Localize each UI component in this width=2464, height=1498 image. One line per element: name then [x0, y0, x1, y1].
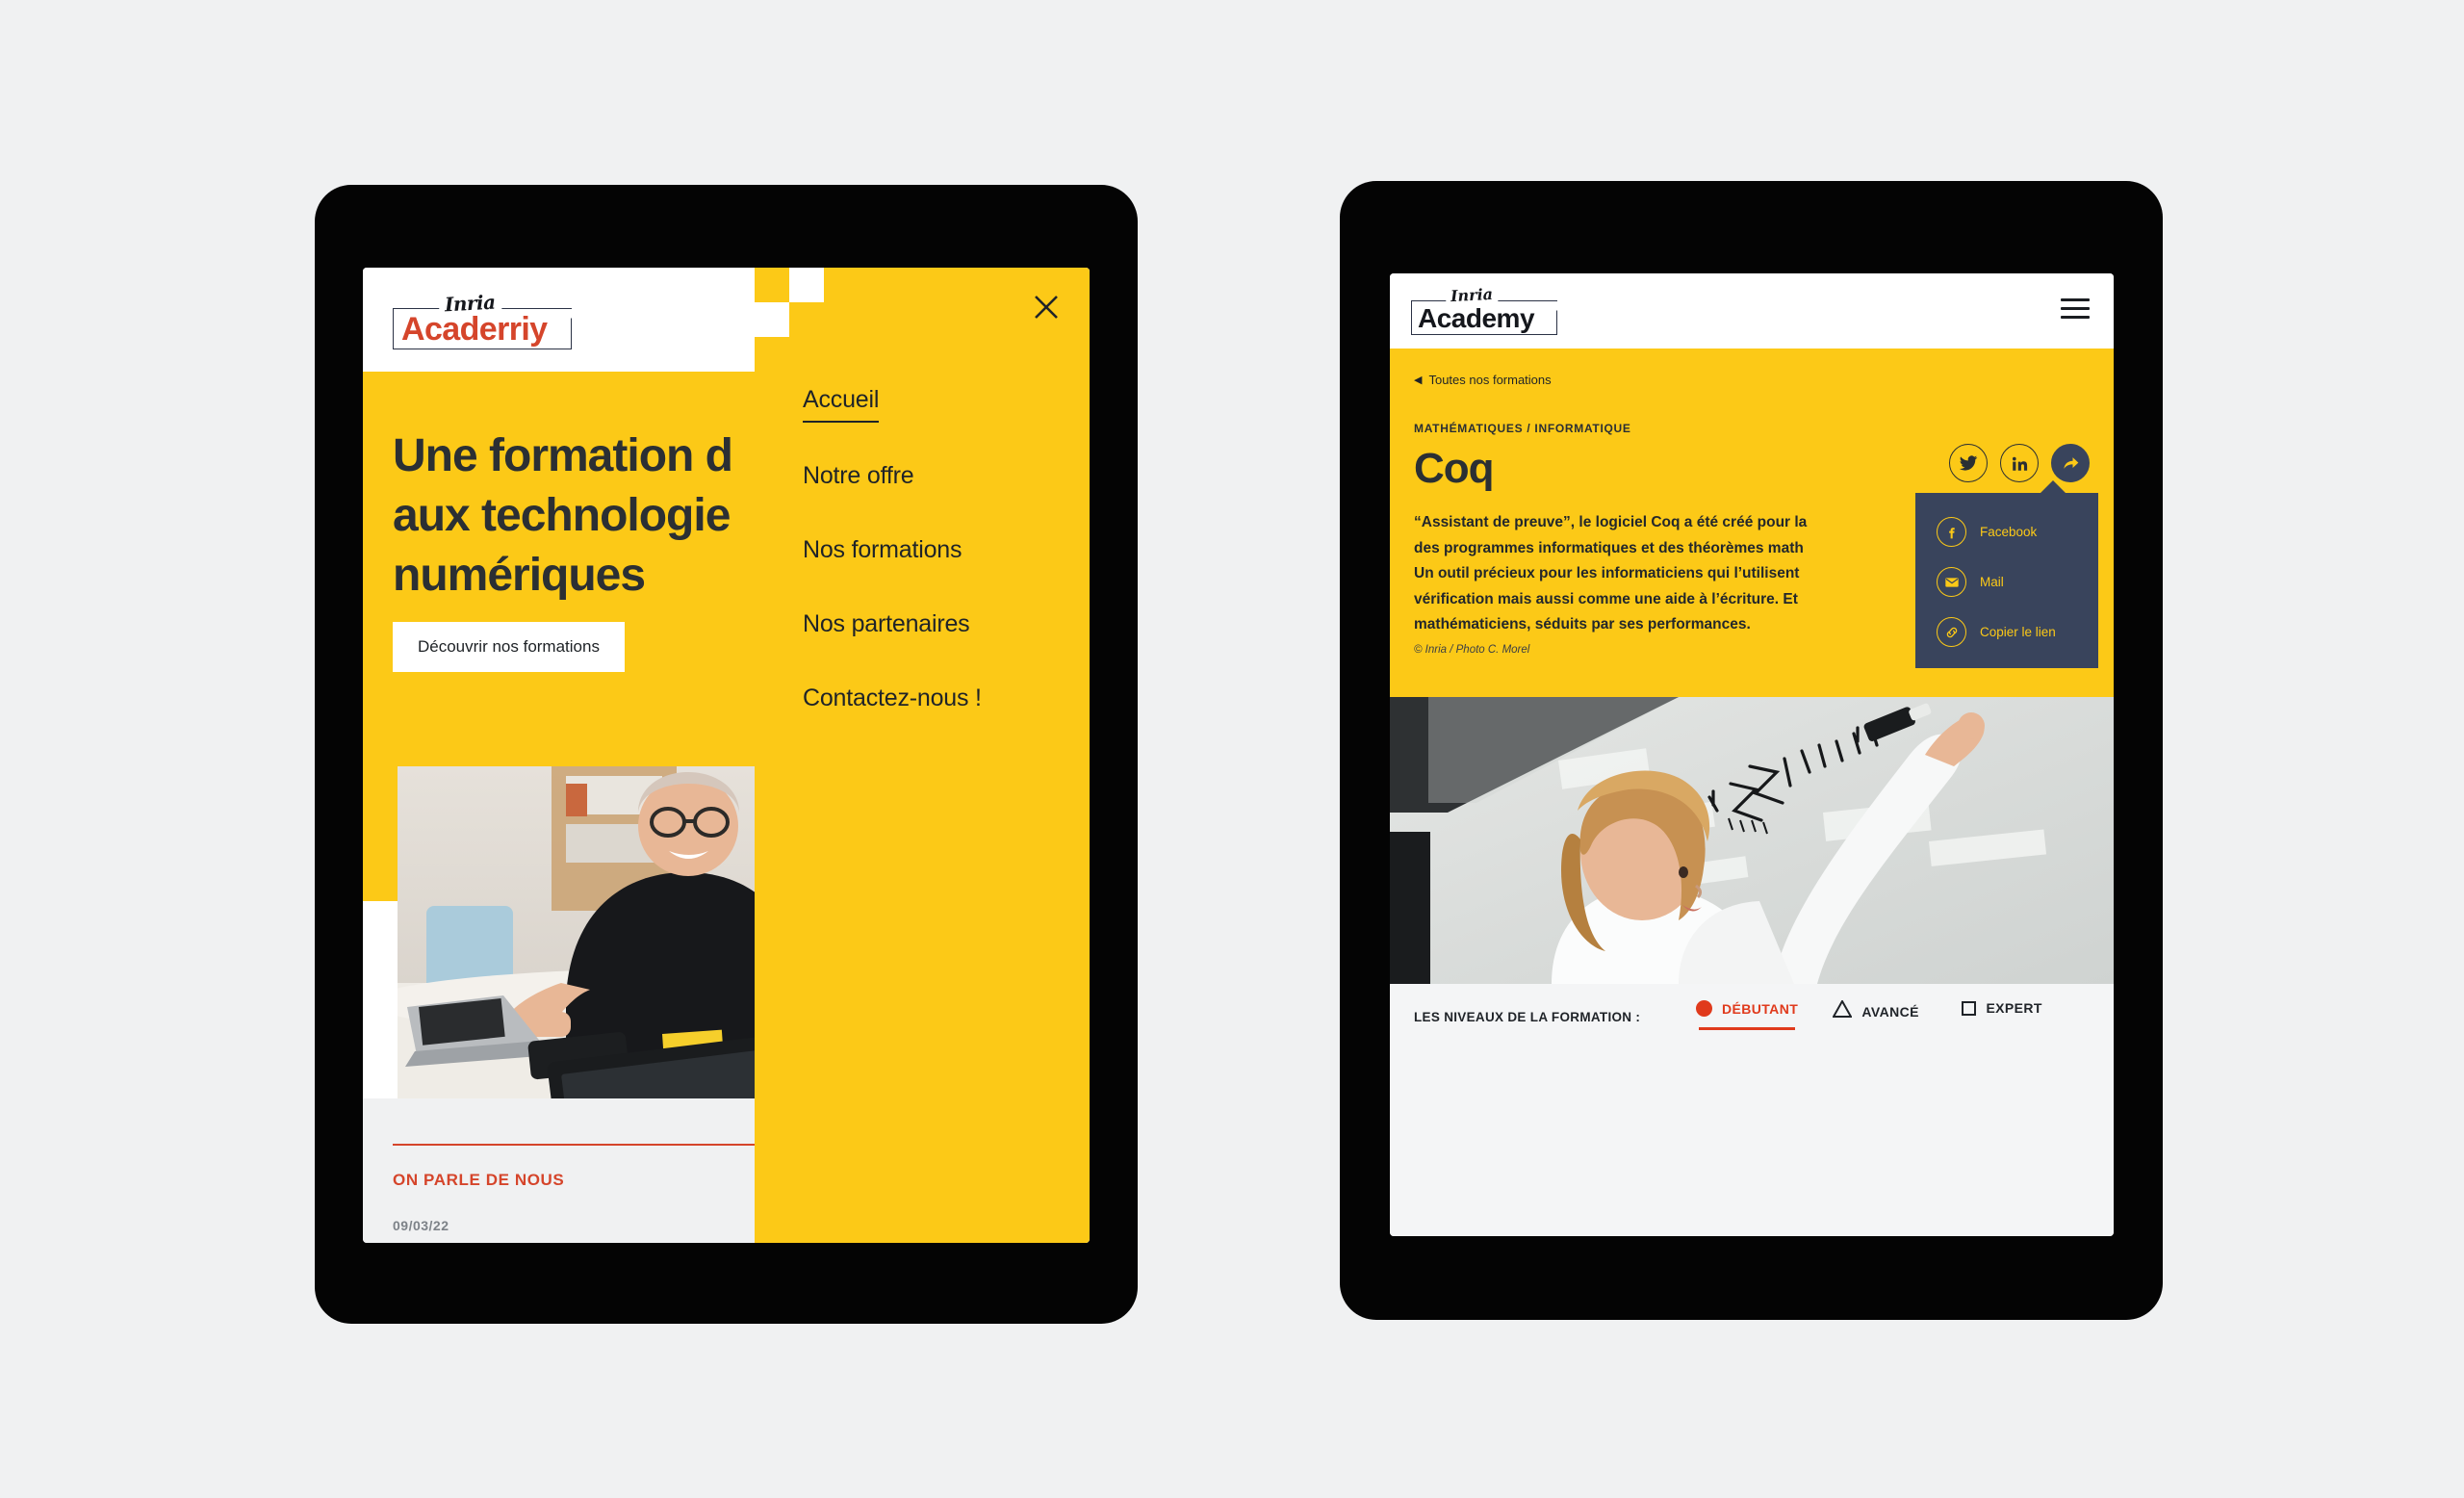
checker-square-top — [789, 268, 824, 302]
share-buttons-row — [1949, 444, 2090, 482]
level-debutant-inner: DÉBUTANT — [1696, 1000, 1798, 1017]
hamburger-bar-3 — [2061, 316, 2090, 319]
tablet-device-right: Inria Academy ◀ Toutes nos formations MA… — [1340, 181, 2163, 1320]
breadcrumb-label: Toutes nos formations — [1428, 373, 1552, 387]
menu-item-contactez-nous[interactable]: Contactez-nous ! — [803, 684, 982, 719]
linkedin-icon[interactable] — [2000, 444, 2039, 482]
share-option-facebook[interactable]: Facebook — [1915, 517, 2098, 547]
news-date: 09/03/22 — [393, 1218, 449, 1233]
hamburger-bar-2 — [2061, 307, 2090, 310]
hamburger-bar-1 — [2061, 298, 2090, 301]
menu-item-nos-partenaires[interactable]: Nos partenaires — [803, 610, 970, 645]
level-option-debutant[interactable]: DÉBUTANT — [1696, 1000, 1798, 1030]
tablet-device-left: Inria Acaderriy Une formation d aux tech… — [315, 185, 1138, 1324]
menu-item-nos-formations[interactable]: Nos formations — [803, 536, 962, 571]
share-option-mail-label: Mail — [1980, 575, 2004, 589]
twitter-icon[interactable] — [1949, 444, 1988, 482]
course-description: “Assistant de preuve”, le logiciel Coq a… — [1414, 510, 1953, 638]
level-expert-inner: EXPERT — [1962, 1000, 2041, 1016]
levels-options: DÉBUTANT AVANCÉ EXPERT — [1696, 998, 2050, 1036]
logo-academy-word: Academy — [1418, 303, 1535, 333]
share-option-copy-link[interactable]: Copier le lien — [1915, 617, 2098, 647]
mail-icon — [1937, 567, 1966, 597]
link-icon — [1937, 617, 1966, 647]
description-line-4: vérification mais aussi comme une aide à… — [1414, 590, 1798, 607]
level-avance-label: AVANCÉ — [1861, 1003, 1919, 1020]
share-popup: Facebook Mail Copier le lien — [1915, 480, 2098, 668]
mail-icon-glyph — [1944, 577, 1959, 587]
share-option-facebook-label: Facebook — [1980, 525, 2038, 539]
share-option-mail[interactable]: Mail — [1915, 567, 2098, 597]
level-avance-underline — [1828, 1033, 1924, 1036]
course-photo-illustration — [1390, 697, 2114, 984]
breadcrumb[interactable]: ◀ Toutes nos formations — [1414, 373, 1552, 387]
page-title: Coq — [1414, 445, 1495, 492]
photo-credit: © Inria / Photo C. Morel — [1414, 644, 1530, 656]
level-debutant-underline — [1699, 1027, 1796, 1030]
level-expert-underline — [1954, 1026, 2050, 1029]
square-icon — [1962, 1000, 1977, 1016]
screen-left: Inria Acaderriy Une formation d aux tech… — [363, 268, 1090, 1243]
checker-square-bottom — [755, 302, 789, 337]
logo-academy-red: Acade — [401, 311, 498, 348]
level-option-avance[interactable]: AVANCÉ — [1828, 998, 1924, 1036]
share-icon[interactable] — [2051, 444, 2090, 482]
hamburger-icon[interactable] — [2061, 298, 2090, 322]
description-line-2: des programmes informatiques et des théo… — [1414, 539, 1804, 556]
news-section-label: ON PARLE DE NOUS — [393, 1171, 565, 1189]
course-hero-section: ◀ Toutes nos formations MATHÉMATIQUES / … — [1390, 349, 2114, 697]
course-photo — [1390, 697, 2114, 984]
level-debutant-label: DÉBUTANT — [1722, 1000, 1799, 1017]
menu-list: Accueil Notre offre Nos formations Nos p… — [803, 386, 1072, 759]
description-line-5: mathématiciens, séduits par ses performa… — [1414, 616, 1751, 633]
triangle-icon-glyph — [1832, 998, 1854, 1018]
level-avance-inner: AVANCÉ — [1832, 998, 1919, 1022]
description-line-3: Un outil précieux pour les informaticien… — [1414, 565, 1800, 581]
facebook-icon — [1937, 517, 1966, 547]
close-icon[interactable] — [1030, 291, 1063, 323]
share-icon-glyph — [2064, 457, 2079, 469]
linkedin-icon-glyph — [2012, 456, 2027, 471]
facebook-icon-glyph — [1949, 528, 1955, 539]
circle-icon — [1696, 1000, 1712, 1017]
levels-section: LES NIVEAUX DE LA FORMATION : DÉBUTANT A… — [1390, 984, 2114, 1236]
menu-item-notre-offre[interactable]: Notre offre — [803, 462, 914, 497]
back-arrow-icon: ◀ — [1414, 374, 1423, 386]
checker-decoration — [755, 268, 824, 337]
levels-label: LES NIVEAUX DE LA FORMATION : — [1414, 1010, 1641, 1024]
description-line-1: “Assistant de preuve”, le logiciel Coq a… — [1414, 514, 1808, 530]
close-icon-glyph — [1035, 296, 1058, 319]
twitter-icon-glyph — [1959, 455, 1978, 471]
screenshot-stage: Inria Acaderriy Une formation d aux tech… — [0, 0, 2464, 1498]
yellow-side-strip — [363, 766, 398, 901]
logo-academy-word: Acaderriy — [401, 311, 548, 348]
course-category: MATHÉMATIQUES / INFORMATIQUE — [1414, 422, 1631, 435]
logo-academy-tail: rriy — [497, 311, 548, 348]
menu-item-accueil[interactable]: Accueil — [803, 386, 879, 423]
site-header-right: Inria Academy — [1390, 273, 2114, 349]
triangle-icon — [1832, 998, 1854, 1022]
level-expert-label: EXPERT — [1986, 1000, 2042, 1016]
share-option-copy-link-label: Copier le lien — [1980, 625, 2056, 639]
level-option-expert[interactable]: EXPERT — [1954, 1000, 2050, 1029]
mobile-menu-panel: Accueil Notre offre Nos formations Nos p… — [755, 268, 1090, 1243]
screen-right: Inria Academy ◀ Toutes nos formations MA… — [1390, 273, 2114, 1236]
link-icon-glyph — [1946, 627, 1957, 637]
inria-academy-logo[interactable]: Inria Acaderriy — [393, 290, 573, 349]
discover-trainings-button[interactable]: Découvrir nos formations — [393, 622, 625, 672]
inria-academy-logo-dark[interactable]: Inria Academy — [1411, 284, 1558, 335]
